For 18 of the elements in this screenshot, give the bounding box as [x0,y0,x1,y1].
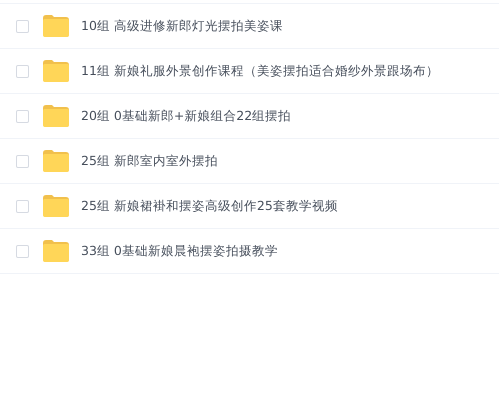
folder-name[interactable]: 25组 新郎室内室外摆拍 [81,152,218,170]
folder-icon [43,15,69,37]
folder-name[interactable]: 33组 0基础新娘晨袍摆姿拍摄教学 [81,242,278,260]
folder-icon [43,105,69,127]
checkbox[interactable] [16,64,29,78]
folder-name[interactable]: 25组 新娘裙褂和摆姿高级创作25套教学视频 [81,198,338,214]
folder-icon [43,150,69,172]
checkbox[interactable] [16,244,29,258]
folder-icon [43,60,69,82]
folder-name[interactable]: 11组 新娘礼服外景创作课程（美姿摆拍适合婚纱外景跟场布） [81,62,439,80]
checkbox[interactable] [16,110,29,122]
folder-icon [43,195,69,217]
folder-name[interactable]: 20组 0基础新郎+新娘组合22组摆拍 [81,108,292,124]
checkbox[interactable] [16,154,29,168]
folder-name[interactable]: 10组 高级进修新郎灯光摆拍美姿课 [81,18,283,34]
folder-icon [43,240,69,262]
checkbox[interactable] [16,200,29,212]
checkbox[interactable] [16,20,29,32]
